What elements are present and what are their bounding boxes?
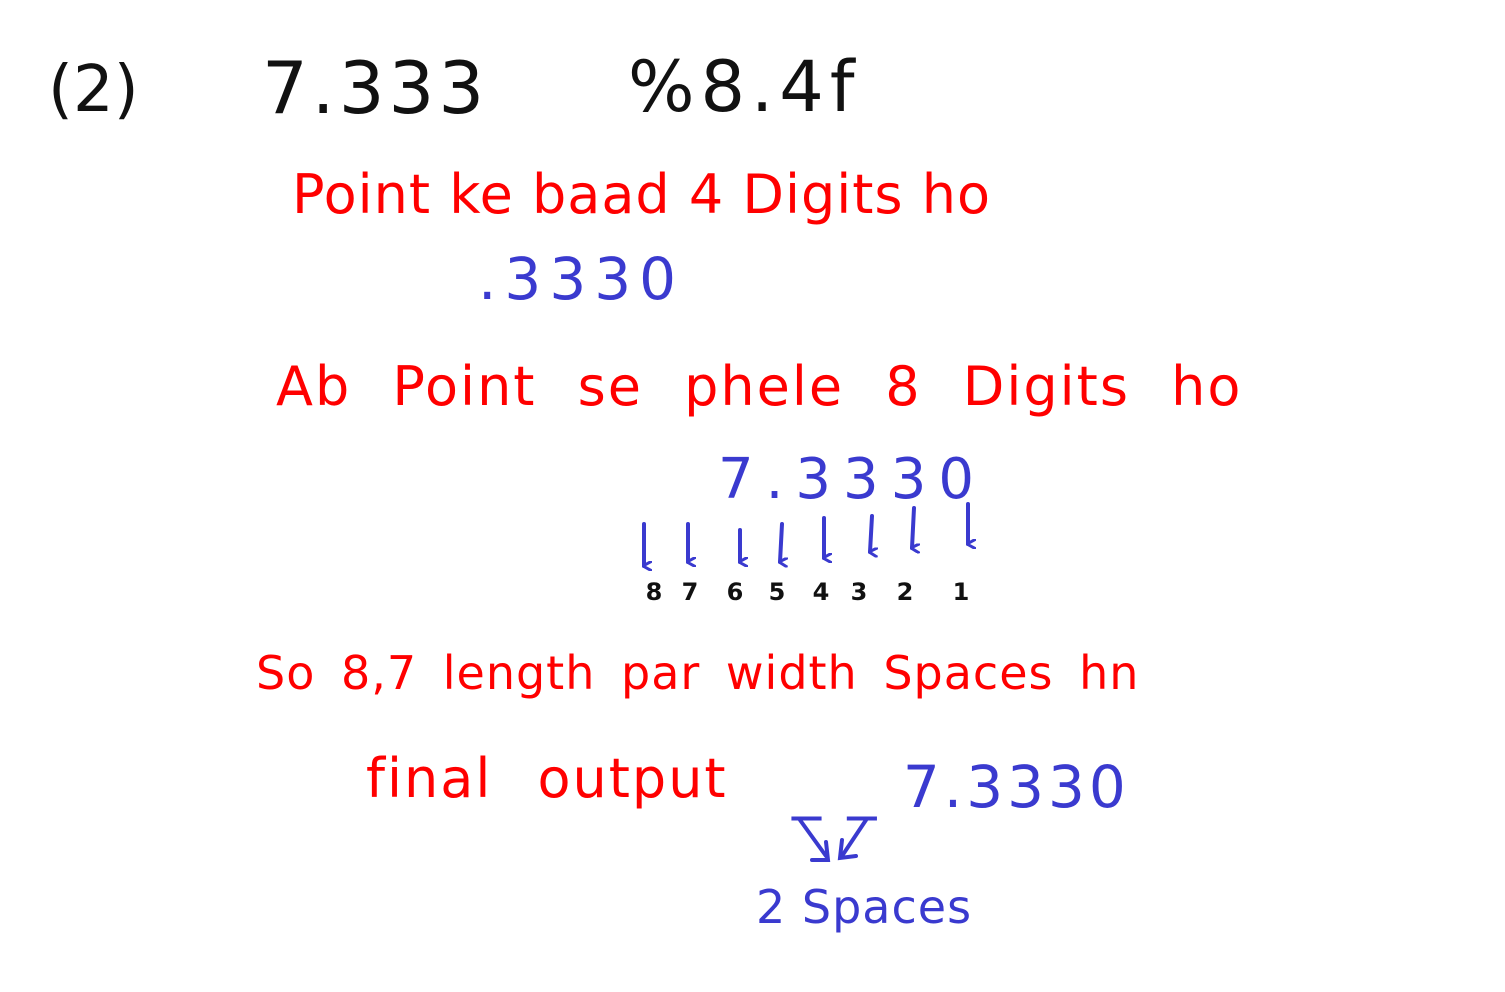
- spaces-arrows: [798, 818, 868, 862]
- position-label-4: 4: [812, 578, 830, 606]
- annotation-arrows: [642, 502, 1505, 862]
- position-label-1: 1: [952, 578, 970, 606]
- spaces-note: 2 Spaces: [756, 880, 973, 934]
- position-arrows: [642, 502, 968, 566]
- position-label-6: 6: [726, 578, 744, 606]
- position-arrow-3: [870, 514, 872, 552]
- position-label-7: 7: [681, 578, 699, 606]
- position-label-5: 5: [768, 578, 786, 606]
- position-label-8: 8: [645, 578, 663, 606]
- final-output-label: final output: [366, 747, 728, 810]
- position-arrow-5: [780, 522, 782, 562]
- position-label-2: 2: [896, 578, 914, 606]
- space-arrow-right: [840, 818, 868, 858]
- final-output-value: _ _ 7.3330: [792, 753, 1130, 821]
- spaces-explanation: So 8,7 length par width Spaces hn: [256, 646, 1140, 700]
- position-label-3: 3: [850, 578, 868, 606]
- position-arrow-2: [912, 506, 914, 548]
- space-arrow-left: [798, 818, 828, 858]
